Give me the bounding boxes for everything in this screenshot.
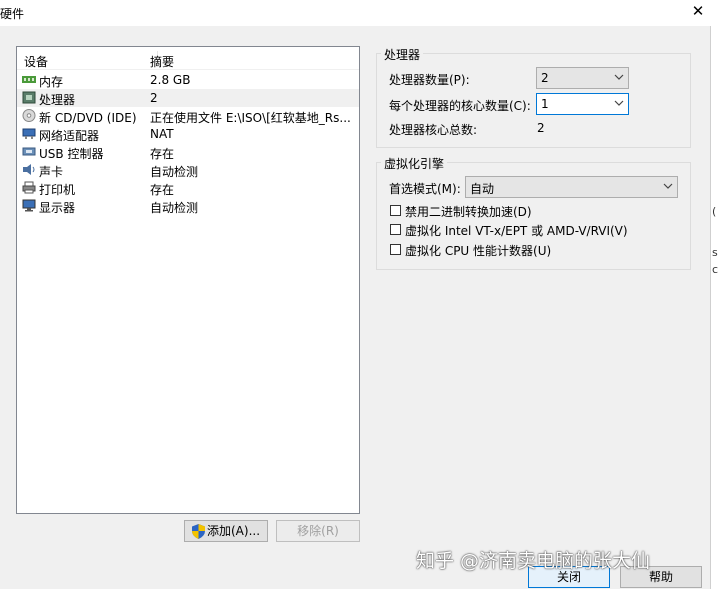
- network-adapter-icon: [22, 128, 36, 139]
- device-row-network-adapter[interactable]: 网络适配器 NAT: [17, 125, 359, 143]
- background-text-fragment: c: [712, 263, 719, 276]
- column-header-device[interactable]: 设备: [24, 53, 48, 70]
- processor-count-select[interactable]: 2: [536, 67, 629, 89]
- device-name: 声卡: [39, 165, 64, 179]
- virtualize-vtx-label[interactable]: 虚拟化 Intel VT-x/EPT 或 AMD-V/RVI(V): [405, 222, 628, 239]
- display-icon: [22, 199, 36, 212]
- chevron-down-icon: [663, 183, 673, 189]
- device-row-sound-card[interactable]: 声卡 自动检测: [17, 161, 359, 179]
- chevron-down-icon: [614, 74, 624, 80]
- disable-binary-translation-label[interactable]: 禁用二进制转换加速(D): [405, 203, 532, 220]
- processor-count-value: 2: [541, 71, 549, 85]
- device-name: 内存: [39, 75, 64, 89]
- total-cores-label: 处理器核心总数:: [389, 123, 478, 137]
- shield-icon: [192, 524, 205, 539]
- cores-per-processor-value: 1: [541, 97, 549, 111]
- device-row-cd-dvd[interactable]: 新 CD/DVD (IDE) 正在使用文件 E:\ISO\[红软基地_Rs...: [17, 107, 359, 125]
- device-list[interactable]: 设备 摘要 内存 2.8 GB 处理器 2 新 CD/DVD (IDE) 正在使…: [16, 46, 360, 514]
- device-row-memory[interactable]: 内存 2.8 GB: [17, 71, 359, 89]
- device-row-processor[interactable]: 处理器 2: [17, 89, 359, 107]
- help-button-label: 帮助: [648, 570, 673, 584]
- remove-button[interactable]: 移除(R): [276, 520, 360, 542]
- device-name: 新 CD/DVD (IDE): [39, 111, 137, 125]
- chevron-down-icon: [614, 100, 624, 106]
- watermark-text: 知乎 @济南卖电脑的张大仙: [416, 550, 651, 572]
- header-divider: [17, 69, 359, 70]
- device-summary: 自动检测: [150, 165, 199, 179]
- device-summary: 正在使用文件 E:\ISO\[红软基地_Rs...: [150, 111, 351, 125]
- remove-button-label: 移除(R): [297, 524, 339, 538]
- preferred-mode-select[interactable]: 自动: [465, 176, 678, 198]
- background-text-fragment: (: [712, 205, 717, 218]
- device-name: 处理器: [39, 93, 76, 107]
- device-summary: 2.8 GB: [150, 73, 191, 87]
- processor-group-title: 处理器: [381, 46, 424, 63]
- device-name: USB 控制器: [39, 147, 104, 161]
- window-title: 硬件: [0, 7, 25, 21]
- device-name: 网络适配器: [39, 129, 100, 143]
- background-window-strip: [710, 26, 720, 589]
- device-summary: 存在: [150, 147, 175, 161]
- cd-dvd-icon: [22, 109, 36, 122]
- processor-icon: [22, 91, 36, 104]
- sound-card-icon: [23, 164, 35, 175]
- add-button[interactable]: 添加(A)...: [184, 520, 268, 542]
- title-bar: 硬件 ✕: [0, 0, 720, 26]
- virtualize-cpu-counters-label[interactable]: 虚拟化 CPU 性能计数器(U): [405, 242, 551, 259]
- device-summary: 2: [150, 91, 158, 105]
- virtualization-group-title: 虚拟化引擎: [381, 155, 448, 172]
- close-icon[interactable]: ✕: [689, 2, 707, 20]
- virtualize-cpu-counters-checkbox[interactable]: [390, 244, 401, 255]
- preferred-mode-value: 自动: [470, 182, 495, 196]
- add-button-label: 添加(A)...: [207, 524, 261, 538]
- memory-icon: [22, 76, 36, 83]
- device-summary: NAT: [150, 127, 174, 141]
- device-row-display[interactable]: 显示器 自动检测: [17, 197, 359, 215]
- total-cores-value: 2: [537, 121, 545, 135]
- virtualize-vtx-checkbox[interactable]: [390, 224, 401, 235]
- disable-binary-translation-checkbox[interactable]: [390, 205, 401, 216]
- cores-per-processor-label: 每个处理器的核心数量(C):: [389, 99, 531, 113]
- device-name: 显示器: [39, 201, 76, 215]
- cores-per-processor-select[interactable]: 1: [536, 93, 629, 115]
- device-row-printer[interactable]: 打印机 存在: [17, 179, 359, 197]
- column-header-summary[interactable]: 摘要: [150, 53, 174, 70]
- preferred-mode-label: 首选模式(M):: [389, 182, 461, 196]
- device-name: 打印机: [39, 183, 76, 197]
- device-summary: 存在: [150, 183, 175, 197]
- usb-icon: [22, 147, 36, 156]
- processor-count-label: 处理器数量(P):: [389, 73, 470, 87]
- device-summary: 自动检测: [150, 201, 199, 215]
- device-row-usb-controller[interactable]: USB 控制器 存在: [17, 143, 359, 161]
- background-text-fragment: s: [712, 246, 718, 259]
- printer-icon: [22, 181, 36, 194]
